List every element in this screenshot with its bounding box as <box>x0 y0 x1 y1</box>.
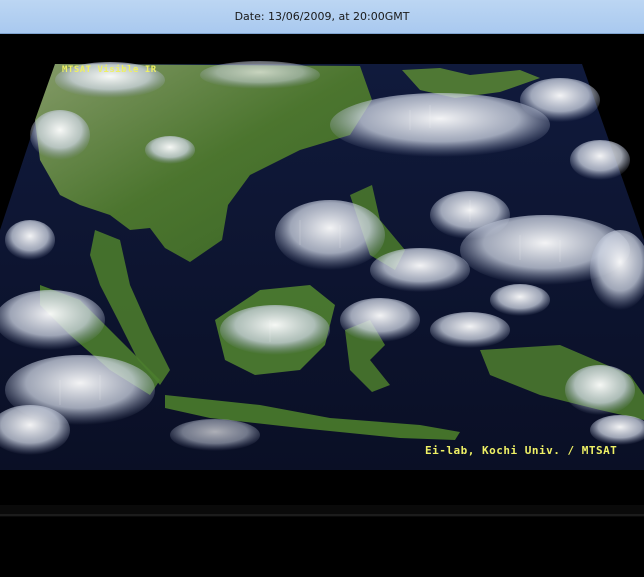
watermark-top-left: MTSAT Visible IR <box>62 65 157 75</box>
watermark-bottom-right: Ei-lab, Kochi Univ. / MTSAT <box>425 444 618 457</box>
satellite-3d-view[interactable]: MTSAT Visible IR Ei-lab, Kochi Univ. / M… <box>0 34 644 577</box>
satellite-render <box>0 61 644 517</box>
date-title: Date: 13/06/2009, at 20:00GMT <box>234 10 410 23</box>
title-bar: Date: 13/06/2009, at 20:00GMT <box>0 0 644 34</box>
